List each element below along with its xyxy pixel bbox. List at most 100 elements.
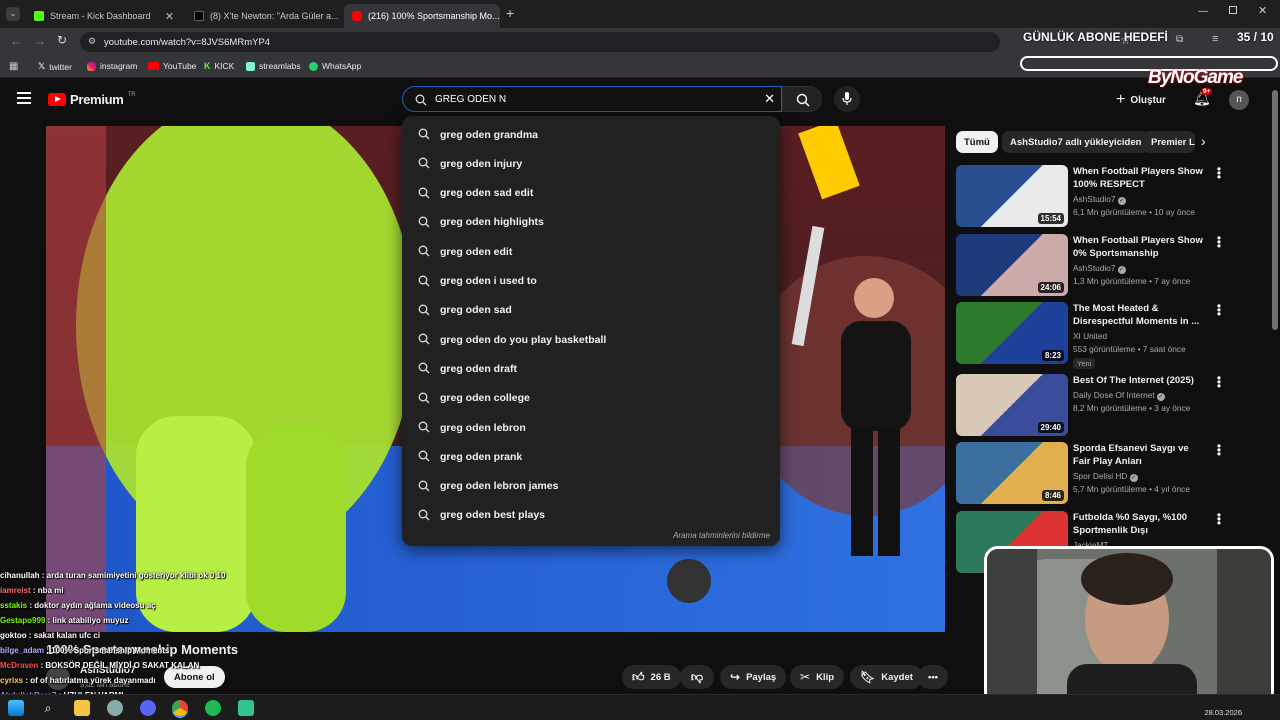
recommended-video[interactable]: 8:23 The Most Heated & Disrespectful Mome… [956,300,1226,369]
recommended-video[interactable]: 29:40 Best Of The Internet (2025) Daily Do… [956,372,1226,438]
avatar[interactable]: n [1229,90,1249,110]
save-button[interactable]: 🔖︎ Kaydet [850,665,923,689]
channel-name[interactable]: Daily Dose Of Internet ✓ [1073,390,1165,401]
video-title[interactable]: The Most Heated & Disrespectful Moments … [1073,302,1205,328]
streaming-app-icon[interactable] [238,700,254,716]
search-button[interactable] [782,86,822,112]
more-actions-button[interactable]: ••• [918,665,948,689]
voice-search-button[interactable] [834,86,860,112]
browser-tab-youtube[interactable]: (216) 100% Sportsmanship Mo... ✕ [344,4,500,28]
suggestion-text: greg oden do you play basketball [440,333,607,346]
more-options-icon[interactable]: • • • [1214,440,1224,460]
close-icon[interactable]: ✕ [165,10,174,23]
recommended-video[interactable]: 8:46 Sporda Efsanevi Saygı ve Fair Play A… [956,440,1226,506]
chat-text: of of hatırlatma yürek dayanmadı [30,676,156,685]
video-thumbnail[interactable]: 15:54 [956,165,1068,227]
discord-icon[interactable] [140,700,156,716]
spotify-icon[interactable] [205,700,221,716]
bookmark-whatsapp[interactable]: WhatsApp [309,61,361,71]
reload-icon[interactable]: ↻ [57,33,67,47]
chrome-icon[interactable] [172,700,188,716]
more-options-icon[interactable]: • • • [1214,163,1224,183]
chat-username: Gestapo999 [0,616,46,625]
video-title[interactable]: Sporda Efsanevi Saygı ve Fair Play Anlar… [1073,442,1205,468]
share-button[interactable]: ↪ Paylaş [720,665,787,689]
clear-search-icon[interactable]: ✕ [764,91,775,107]
minimize-icon[interactable]: — [1198,6,1208,17]
page-scrollbar[interactable] [1272,90,1278,330]
search-suggestion[interactable]: greg oden edit [402,237,780,266]
bookmark-youtube[interactable]: YouTube [148,61,196,71]
search-suggestion[interactable]: greg oden injury [402,149,780,178]
more-options-icon[interactable]: • • • [1214,372,1224,392]
scissors-icon: ✂ [800,670,811,684]
video-thumbnail[interactable]: 29:40 [956,374,1068,436]
chip-uploader[interactable]: AshStudio7 adlı yükleyiciden [1002,131,1150,153]
hamburger-menu-icon[interactable] [17,92,31,104]
search-suggestion[interactable]: greg oden do you play basketball [402,325,780,354]
video-thumbnail[interactable]: 24:06 [956,234,1068,296]
search-icon [418,275,430,286]
search-icon [415,94,427,106]
video-thumbnail[interactable]: 8:46 [956,442,1068,504]
new-tab-icon[interactable]: + [506,5,514,21]
like-button[interactable]: 👍︎ 26 B [622,665,681,689]
search-suggestion[interactable]: greg oden prank [402,442,780,471]
video-title[interactable]: When Football Players Show 100% RESPECT [1073,165,1205,191]
file-explorer-icon[interactable] [74,700,90,716]
dislike-button[interactable]: 👎︎ [680,665,714,689]
tab-search-icon[interactable]: ⌄ [6,7,20,21]
search-suggestion[interactable]: greg oden sad edit [402,179,780,208]
chip-all[interactable]: Tümü [956,131,998,153]
bookmark-instagram[interactable]: instagram [87,61,137,71]
bookmark-label: YouTube [163,61,197,71]
search-suggestion[interactable]: greg oden grandma [402,120,780,149]
channel-name[interactable]: AshStudio7 ✓ [1073,194,1126,205]
search-suggestion[interactable]: greg oden best plays [402,501,780,530]
search-suggestion[interactable]: greg oden draft [402,354,780,383]
bookmark-streamlabs[interactable]: streamlabs [246,61,301,71]
site-info-icon[interactable]: ⚙ [88,36,96,47]
recommended-video[interactable]: 15:54 When Football Players Show 100% RES… [956,163,1226,229]
search-suggestion[interactable]: greg oden lebron james [402,472,780,501]
bookmark-kick[interactable]: K KICK [204,61,234,71]
video-title[interactable]: Best Of The Internet (2025) [1073,374,1205,387]
youtube-logo[interactable]: Premium TR [48,92,136,107]
recommended-video[interactable]: 24:06 When Football Players Show 0% Sport… [956,232,1226,298]
chip-premier[interactable]: Premier L [1143,131,1195,153]
more-options-icon[interactable]: • • • [1214,232,1224,252]
save-label: Kaydet [881,671,913,683]
channel-name[interactable]: Spor Delisi HD ✓ [1073,471,1138,482]
video-title[interactable]: Futbolda %0 Saygı, %100 Sportmenlik Dışı [1073,511,1205,537]
notifications-bell-icon[interactable]: 🔔︎ 9+ [1193,88,1213,107]
report-predictions-link[interactable]: Arama tahminlerini bildirme [673,531,770,540]
create-button[interactable]: + Oluştur [1116,91,1166,109]
close-window-icon[interactable]: ✕ [1258,4,1267,17]
forward-icon[interactable]: → [34,34,46,48]
search-suggestion[interactable]: greg oden highlights [402,208,780,237]
channel-name[interactable]: AshStudio7 ✓ [1073,263,1126,274]
more-options-icon[interactable]: • • • [1214,509,1224,529]
thumbs-up-icon: 👍︎ [632,669,645,684]
bookmark-twitter[interactable]: 𝕏 twitter [38,61,72,72]
search-suggestion[interactable]: greg oden lebron [402,413,780,442]
app-icon[interactable] [107,700,123,716]
search-suggestion[interactable]: greg oden i used to [402,267,780,296]
browser-tab-x[interactable]: (8) X'te Newton: "Arda Güler a... ✕ [186,4,342,28]
apps-icon[interactable]: ▦ [9,61,18,72]
more-options-icon[interactable]: • • • [1214,300,1224,320]
chips-next-icon[interactable]: › [1201,133,1206,149]
restore-icon[interactable] [1229,6,1237,14]
search-input[interactable]: GREG ODEN N ✕ [402,86,782,112]
video-thumbnail[interactable]: 8:23 [956,302,1068,364]
back-icon[interactable]: ← [10,34,22,48]
search-suggestion[interactable]: greg oden college [402,384,780,413]
browser-tab-kick[interactable]: Stream - Kick Dashboard ✕ [26,4,182,28]
clip-button[interactable]: ✂ Klip [790,665,845,689]
channel-name[interactable]: XI United [1073,331,1107,341]
search-suggestion[interactable]: greg oden sad [402,296,780,325]
address-bar[interactable]: ⚙ youtube.com/watch?v=8JVS6MRmYP4 [80,32,1000,52]
video-title[interactable]: When Football Players Show 0% Sportsmans… [1073,234,1205,260]
search-icon[interactable]: ⌕ [40,700,56,716]
windows-start-icon[interactable] [8,700,24,716]
